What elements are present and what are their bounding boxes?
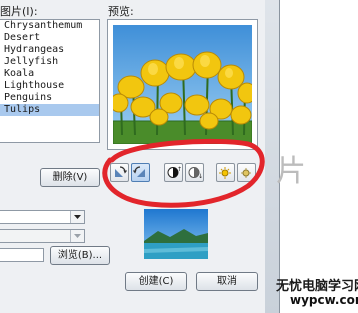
list-item[interactable]: Koala bbox=[0, 68, 99, 80]
picture-list-label: 图片(I): bbox=[0, 5, 38, 18]
delete-button[interactable]: 删除(V) bbox=[40, 168, 100, 187]
picture-listbox[interactable]: Chrysanthemum Desert Hydrangeas Jellyfish Ko… bbox=[0, 19, 100, 143]
list-item[interactable]: Tulips bbox=[0, 104, 99, 116]
chevron-down-icon bbox=[70, 230, 84, 242]
list-item[interactable]: Lighthouse bbox=[0, 80, 99, 92]
watermark-site-name: 无忧电脑学习网 bbox=[276, 279, 358, 294]
list-item[interactable]: Penguins bbox=[0, 92, 99, 104]
list-item[interactable]: Jellyfish bbox=[0, 56, 99, 68]
watermark-url: wypcw.com bbox=[290, 293, 358, 307]
browse-button[interactable]: 浏览(B)... bbox=[50, 246, 110, 265]
create-button[interactable]: 创建(C) bbox=[125, 272, 187, 291]
tulips-preview-image bbox=[113, 25, 252, 144]
preview-frame bbox=[107, 19, 258, 150]
red-annotation-circle bbox=[102, 138, 265, 208]
cancel-button[interactable]: 取消 bbox=[196, 272, 258, 291]
list-item[interactable]: Hydrangeas bbox=[0, 44, 99, 56]
list-item[interactable]: Chrysanthemum bbox=[0, 20, 99, 32]
thumbnail-image bbox=[144, 209, 208, 259]
preview-label: 预览: bbox=[108, 5, 134, 18]
picture-type-dropdown[interactable] bbox=[0, 210, 85, 224]
picture-size-dropdown[interactable] bbox=[0, 229, 85, 243]
chevron-down-icon bbox=[70, 211, 84, 223]
list-item[interactable]: Desert bbox=[0, 32, 99, 44]
picture-dialog: 图片(I): 预览: Chrysanthemum Desert Hydrangeas… bbox=[0, 0, 266, 313]
background-slide-text: 片 bbox=[276, 154, 306, 189]
file-path-input[interactable] bbox=[0, 248, 44, 262]
